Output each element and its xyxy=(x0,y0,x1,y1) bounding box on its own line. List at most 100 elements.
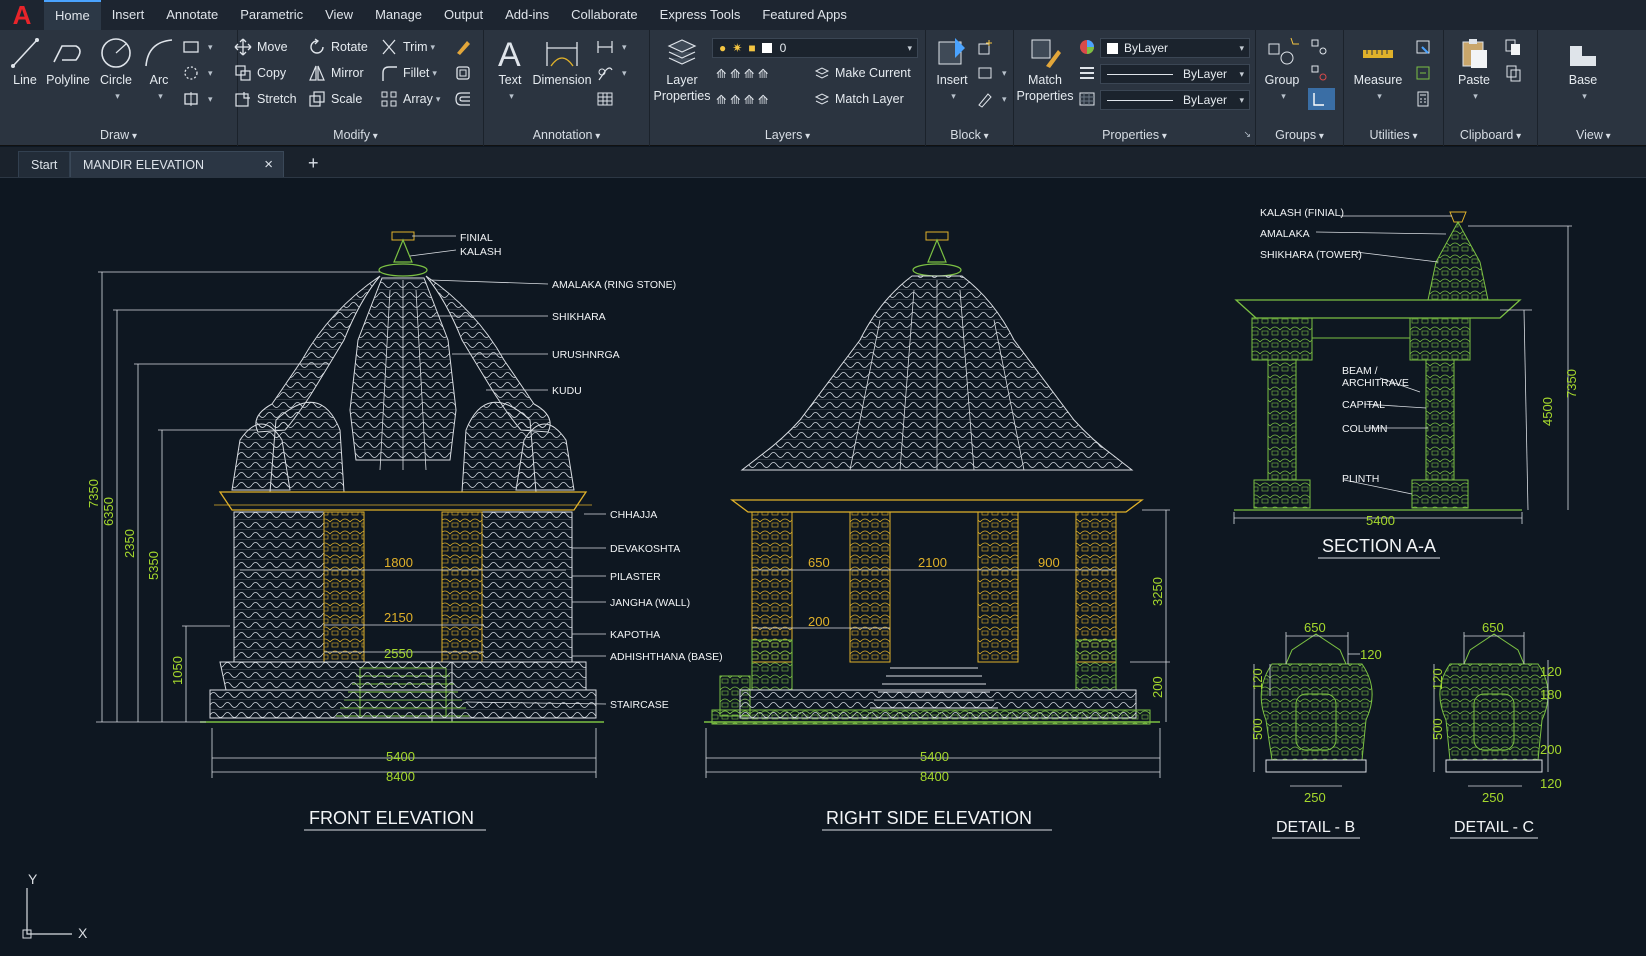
drawing-canvas[interactable]: 7350 6350 2350 5350 1050 1800 2150 2550 xyxy=(0,178,1646,956)
line-button[interactable]: Line xyxy=(8,36,42,88)
leader-button[interactable]: ▾ xyxy=(596,62,627,84)
dimension-button[interactable]: Dimension xyxy=(532,36,592,88)
trim-button[interactable]: Trim ▾ xyxy=(380,36,435,58)
annotation-panel-title[interactable]: Annotation xyxy=(484,128,649,142)
document-tab[interactable]: MANDIR ELEVATION DRAWING* × xyxy=(70,151,284,198)
insert-button[interactable]: Insert ▾ xyxy=(930,36,974,104)
select-all-button[interactable] xyxy=(1414,62,1437,84)
offset-button[interactable] xyxy=(454,88,477,110)
calculator-button[interactable] xyxy=(1414,88,1437,110)
application-menu-button[interactable]: A xyxy=(0,0,44,30)
stretch-button[interactable]: Stretch xyxy=(234,88,297,110)
create-block-button[interactable] xyxy=(976,36,999,58)
paste-dropdown-icon[interactable]: ▾ xyxy=(1473,88,1478,104)
tab-view[interactable]: View xyxy=(314,0,364,30)
rectangle-button[interactable]: ▾ xyxy=(182,36,213,58)
lineweight-button[interactable] xyxy=(1078,62,1101,84)
select-all-icon xyxy=(1416,66,1430,80)
layer-properties-button[interactable]: Layer Properties xyxy=(654,36,711,104)
section-a-a[interactable]: KALASH (FINIAL) AMALAKA SHIKHARA (TOWER)… xyxy=(1233,207,1579,559)
text-button[interactable]: A Text ▾ xyxy=(492,36,528,104)
side-dim-900: 900 xyxy=(1038,555,1060,570)
lineweight-dropdown[interactable]: ByLayer ▾ xyxy=(1100,90,1250,110)
tab-featured-apps[interactable]: Featured Apps xyxy=(751,0,858,30)
detail-c[interactable]: 650 120 500 120 180 200 120 250 DETAIL -… xyxy=(1430,620,1562,839)
base-view-button[interactable]: Base ▾ xyxy=(1558,36,1608,104)
properties-dialog-launcher-icon[interactable]: ↘ xyxy=(1243,129,1251,140)
match-layer-button[interactable]: Match Layer xyxy=(814,88,904,110)
table-button[interactable] xyxy=(596,88,619,110)
group-dropdown-icon[interactable]: ▾ xyxy=(1281,88,1286,104)
text-dropdown-icon[interactable]: ▾ xyxy=(509,88,514,104)
tab-parametric[interactable]: Parametric xyxy=(229,0,314,30)
side-dim-3250: 3250 xyxy=(1150,577,1165,606)
tab-manage[interactable]: Manage xyxy=(364,0,433,30)
circle-dropdown-icon[interactable]: ▾ xyxy=(115,88,120,104)
color-wheel-button[interactable] xyxy=(1078,36,1101,58)
base-dropdown-icon[interactable]: ▾ xyxy=(1582,88,1587,104)
quick-select-button[interactable] xyxy=(1414,36,1437,58)
measure-dropdown-icon[interactable]: ▾ xyxy=(1377,88,1382,104)
view-panel-title[interactable]: View xyxy=(1538,128,1646,142)
tab-output[interactable]: Output xyxy=(433,0,494,30)
right-side-elevation[interactable]: 650 2100 900 200 3250 200 5400 8400 RIGH… xyxy=(704,231,1170,831)
clipboard-panel-title[interactable]: Clipboard xyxy=(1444,128,1537,142)
utilities-panel-title[interactable]: Utilities xyxy=(1344,128,1443,142)
properties-panel-title[interactable]: Properties xyxy=(1014,128,1255,142)
tab-express-tools[interactable]: Express Tools xyxy=(649,0,752,30)
insert-dropdown-icon[interactable]: ▾ xyxy=(951,88,956,104)
paste-button[interactable]: Paste ▾ xyxy=(1452,36,1496,104)
circle-button[interactable]: Circle ▾ xyxy=(96,36,136,104)
group-selection-toggle[interactable] xyxy=(1308,88,1335,110)
linear-dim-button[interactable]: ▾ xyxy=(596,36,627,58)
copy-button[interactable]: Copy xyxy=(234,62,286,84)
sun-icon: ✷ xyxy=(732,41,743,55)
measure-button[interactable]: Measure ▾ xyxy=(1350,36,1406,104)
scale-button[interactable]: Scale xyxy=(308,88,362,110)
new-tab-button[interactable]: + xyxy=(296,151,331,177)
cut-button[interactable] xyxy=(1504,36,1527,58)
layer-tools-row-2[interactable]: ⟰ ⟰ ⟰ ⟰ xyxy=(716,88,768,110)
tab-insert[interactable]: Insert xyxy=(101,0,156,30)
copy-clip-button[interactable] xyxy=(1504,62,1527,84)
mirror-button[interactable]: Mirror xyxy=(308,62,364,84)
detail-b[interactable]: 650 120 120 500 250 DETAIL - B xyxy=(1250,620,1382,839)
group-edit-button[interactable] xyxy=(1310,62,1333,84)
linetype-sample xyxy=(1107,74,1173,75)
tab-collaborate[interactable]: Collaborate xyxy=(560,0,649,30)
draw-panel-title[interactable]: Draw xyxy=(0,128,237,142)
front-elevation[interactable]: 7350 6350 2350 5350 1050 1800 2150 2550 xyxy=(86,231,723,831)
edit-attributes-button[interactable]: ▾ xyxy=(976,88,1007,110)
tab-annotate[interactable]: Annotate xyxy=(155,0,229,30)
hatch-button[interactable]: ▾ xyxy=(182,62,213,84)
color-dropdown[interactable]: ByLayer ▾ xyxy=(1100,38,1250,58)
modify-panel-title[interactable]: Modify xyxy=(228,128,483,142)
group-button[interactable]: Group ▾ xyxy=(1260,36,1304,104)
rotate-button[interactable]: Rotate xyxy=(308,36,368,58)
ungroup-button[interactable] xyxy=(1310,36,1333,58)
layer-tools-row-1[interactable]: ⟰ ⟰ ⟰ ⟰ xyxy=(716,62,768,84)
array-button[interactable]: Array ▾ xyxy=(380,88,440,110)
move-button[interactable]: Move xyxy=(234,36,288,58)
fillet-button[interactable]: Fillet ▾ xyxy=(380,62,437,84)
match-properties-button[interactable]: Match Properties xyxy=(1016,36,1074,104)
tab-home[interactable]: Home xyxy=(44,0,101,30)
layers-panel-title[interactable]: Layers xyxy=(650,128,925,142)
edit-block-button[interactable]: ▾ xyxy=(976,62,1007,84)
close-tab-icon[interactable]: × xyxy=(264,152,273,178)
groups-panel-title[interactable]: Groups xyxy=(1256,128,1343,142)
explode-button[interactable] xyxy=(454,62,477,84)
start-tab[interactable]: Start xyxy=(18,151,71,177)
insert-block-icon xyxy=(938,38,965,65)
linetype-dropdown[interactable]: ByLayer ▾ xyxy=(1100,64,1250,84)
polyline-button[interactable]: Polyline xyxy=(44,36,92,88)
block-panel-title[interactable]: Block xyxy=(926,128,1013,142)
boundary-button[interactable]: ▾ xyxy=(182,88,213,110)
arc-dropdown-icon[interactable]: ▾ xyxy=(158,88,163,104)
make-current-button[interactable]: Make Current xyxy=(814,62,911,84)
arc-button[interactable]: Arc ▾ xyxy=(142,36,176,104)
tab-add-ins[interactable]: Add-ins xyxy=(494,0,560,30)
transparency-button[interactable] xyxy=(1078,88,1101,110)
erase-button[interactable] xyxy=(454,36,477,58)
layer-dropdown[interactable]: ● ✷ ■ 0 ▾ xyxy=(712,38,918,58)
